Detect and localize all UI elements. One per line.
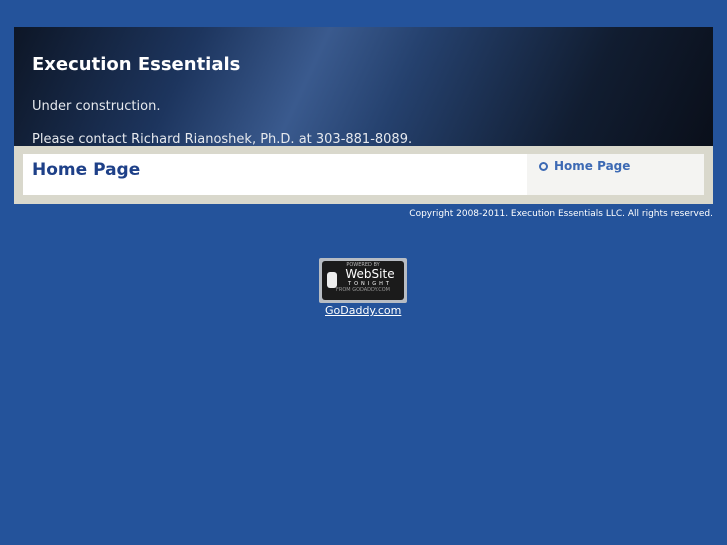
bullet-icon [539, 161, 548, 171]
godaddy-link[interactable]: GoDaddy.com [325, 304, 401, 317]
godaddy-mascot-icon [327, 272, 337, 288]
header-banner: Execution Essentials Under construction.… [14, 27, 713, 146]
website-tonight-badge[interactable]: POWERED BY WebSite TONIGHT FROM GODADDY.… [319, 258, 407, 303]
copyright: Copyright 2008-2011. Execution Essential… [409, 209, 713, 219]
site-title: Execution Essentials [32, 54, 241, 75]
sidebar-nav: Home Page [527, 154, 704, 195]
sidebar-item-home-page[interactable]: Home Page [539, 159, 630, 173]
sidebar-item-label: Home Page [554, 159, 631, 173]
construction-notice: Under construction. [32, 99, 161, 114]
contact-notice: Please contact Richard Rianoshek, Ph.D. … [32, 132, 413, 146]
main-content: Home Page [23, 154, 527, 195]
content-area: Home Page Home Page [14, 146, 713, 204]
page-title: Home Page [32, 160, 141, 180]
badge-website: WebSite [345, 267, 395, 281]
